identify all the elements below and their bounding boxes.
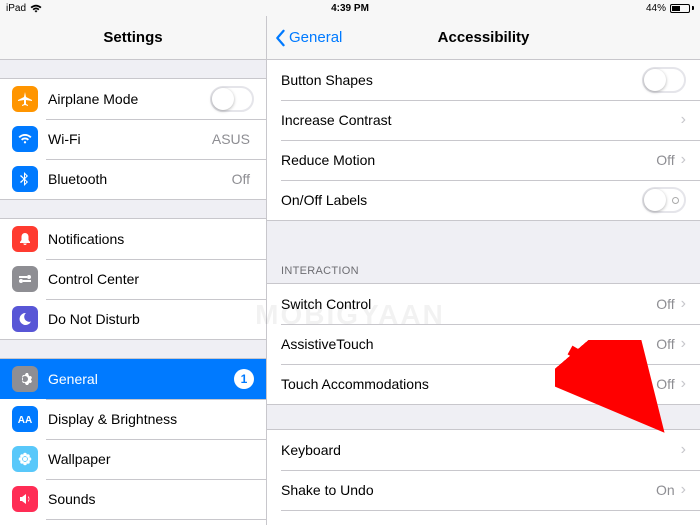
status-bar: iPad 4:39 PM 44% [0, 0, 700, 16]
setting-label: Shake to Undo [281, 482, 656, 498]
setting-value: Off [656, 336, 674, 352]
setting-keyboard[interactable]: Keyboard› [267, 430, 700, 470]
detail-header: General Accessibility [267, 16, 700, 60]
toggle[interactable] [642, 187, 686, 213]
setting-label: Keyboard [281, 442, 681, 458]
sidebar-item-label: Display & Brightness [48, 411, 254, 427]
moon-icon [12, 306, 38, 332]
setting-call-audio-routing[interactable]: Call Audio RoutingAutomatic› [267, 510, 700, 525]
sidebar-item-passcode[interactable]: Passcode [0, 519, 266, 525]
chevron-right-icon: › [681, 295, 686, 313]
setting-label: Touch Accommodations [281, 376, 656, 392]
setting-label: AssistiveTouch [281, 336, 656, 352]
sidebar-item-label: Control Center [48, 271, 254, 287]
setting-shake-to-undo[interactable]: Shake to UndoOn › [267, 470, 700, 510]
sidebar-title: Settings [0, 16, 266, 60]
chevron-right-icon: › [681, 441, 686, 459]
battery-icon [670, 4, 694, 13]
setting-value: On [656, 482, 675, 498]
aa-icon: AA [12, 406, 38, 432]
sidebar-item-general[interactable]: General1 [0, 359, 266, 399]
sidebar-item-control-center[interactable]: Control Center [0, 259, 266, 299]
setting-reduce-motion[interactable]: Reduce MotionOff › [267, 140, 700, 180]
device-label: iPad [6, 3, 26, 14]
sidebar-item-sounds[interactable]: Sounds [0, 479, 266, 519]
setting-value: Off [656, 376, 674, 392]
wifi-status-icon [30, 4, 42, 13]
battery-percent: 44% [646, 3, 666, 14]
speaker-icon [12, 486, 38, 512]
setting-switch-control[interactable]: Switch ControlOff › [267, 284, 700, 324]
wifi-icon [12, 126, 38, 152]
setting-assistivetouch[interactable]: AssistiveTouchOff › [267, 324, 700, 364]
chevron-left-icon [273, 29, 287, 47]
bell-icon [12, 226, 38, 252]
setting-on-off-labels[interactable]: On/Off Labels [267, 180, 700, 220]
back-button[interactable]: General [267, 29, 342, 47]
sidebar-item-airplane-mode[interactable]: Airplane Mode [0, 79, 266, 119]
svg-text:AA: AA [18, 415, 32, 426]
sidebar-item-wi-fi[interactable]: Wi-FiASUS [0, 119, 266, 159]
chevron-right-icon: › [681, 481, 686, 499]
clock: 4:39 PM [331, 3, 369, 14]
sidebar: Settings Airplane ModeWi-FiASUSBluetooth… [0, 16, 267, 525]
setting-value: Off [656, 296, 674, 312]
setting-label: On/Off Labels [281, 192, 642, 208]
gear-icon [12, 366, 38, 392]
toggle[interactable] [210, 86, 254, 112]
setting-label: Increase Contrast [281, 112, 681, 128]
flower-icon [12, 446, 38, 472]
section-header: INTERACTION [267, 241, 700, 283]
setting-increase-contrast[interactable]: Increase Contrast› [267, 100, 700, 140]
sidebar-item-label: General [48, 371, 234, 387]
row-trailing: ASUS [212, 131, 250, 147]
chevron-right-icon: › [681, 375, 686, 393]
airplane-icon [12, 86, 38, 112]
setting-label: Switch Control [281, 296, 656, 312]
setting-label: Button Shapes [281, 72, 642, 88]
row-trailing: Off [232, 171, 250, 187]
sidebar-item-label: Airplane Mode [48, 91, 210, 107]
sidebar-item-label: Wallpaper [48, 451, 254, 467]
sidebar-item-label: Do Not Disturb [48, 311, 254, 327]
detail-title: Accessibility [438, 29, 530, 46]
setting-touch-accommodations[interactable]: Touch AccommodationsOff › [267, 364, 700, 404]
bluetooth-icon [12, 166, 38, 192]
sidebar-item-label: Notifications [48, 231, 254, 247]
sidebar-item-do-not-disturb[interactable]: Do Not Disturb [0, 299, 266, 339]
back-label: General [289, 29, 342, 46]
chevron-right-icon: › [681, 335, 686, 353]
sidebar-item-wallpaper[interactable]: Wallpaper [0, 439, 266, 479]
detail-pane: General Accessibility Button Shapes Incre… [267, 16, 700, 525]
sidebar-item-label: Wi-Fi [48, 131, 212, 147]
setting-label: Reduce Motion [281, 152, 656, 168]
toggle[interactable] [642, 67, 686, 93]
sidebar-item-label: Sounds [48, 491, 254, 507]
chevron-right-icon: › [681, 151, 686, 169]
setting-button-shapes[interactable]: Button Shapes [267, 60, 700, 100]
sidebar-item-bluetooth[interactable]: BluetoothOff [0, 159, 266, 199]
chevron-right-icon: › [681, 111, 686, 129]
sidebar-item-notifications[interactable]: Notifications [0, 219, 266, 259]
sidebar-item-display-brightness[interactable]: AA Display & Brightness [0, 399, 266, 439]
setting-value: Off [656, 152, 674, 168]
badge: 1 [234, 369, 254, 389]
switches-icon [12, 266, 38, 292]
sidebar-item-label: Bluetooth [48, 171, 232, 187]
chevron-right-icon: › [681, 521, 686, 525]
